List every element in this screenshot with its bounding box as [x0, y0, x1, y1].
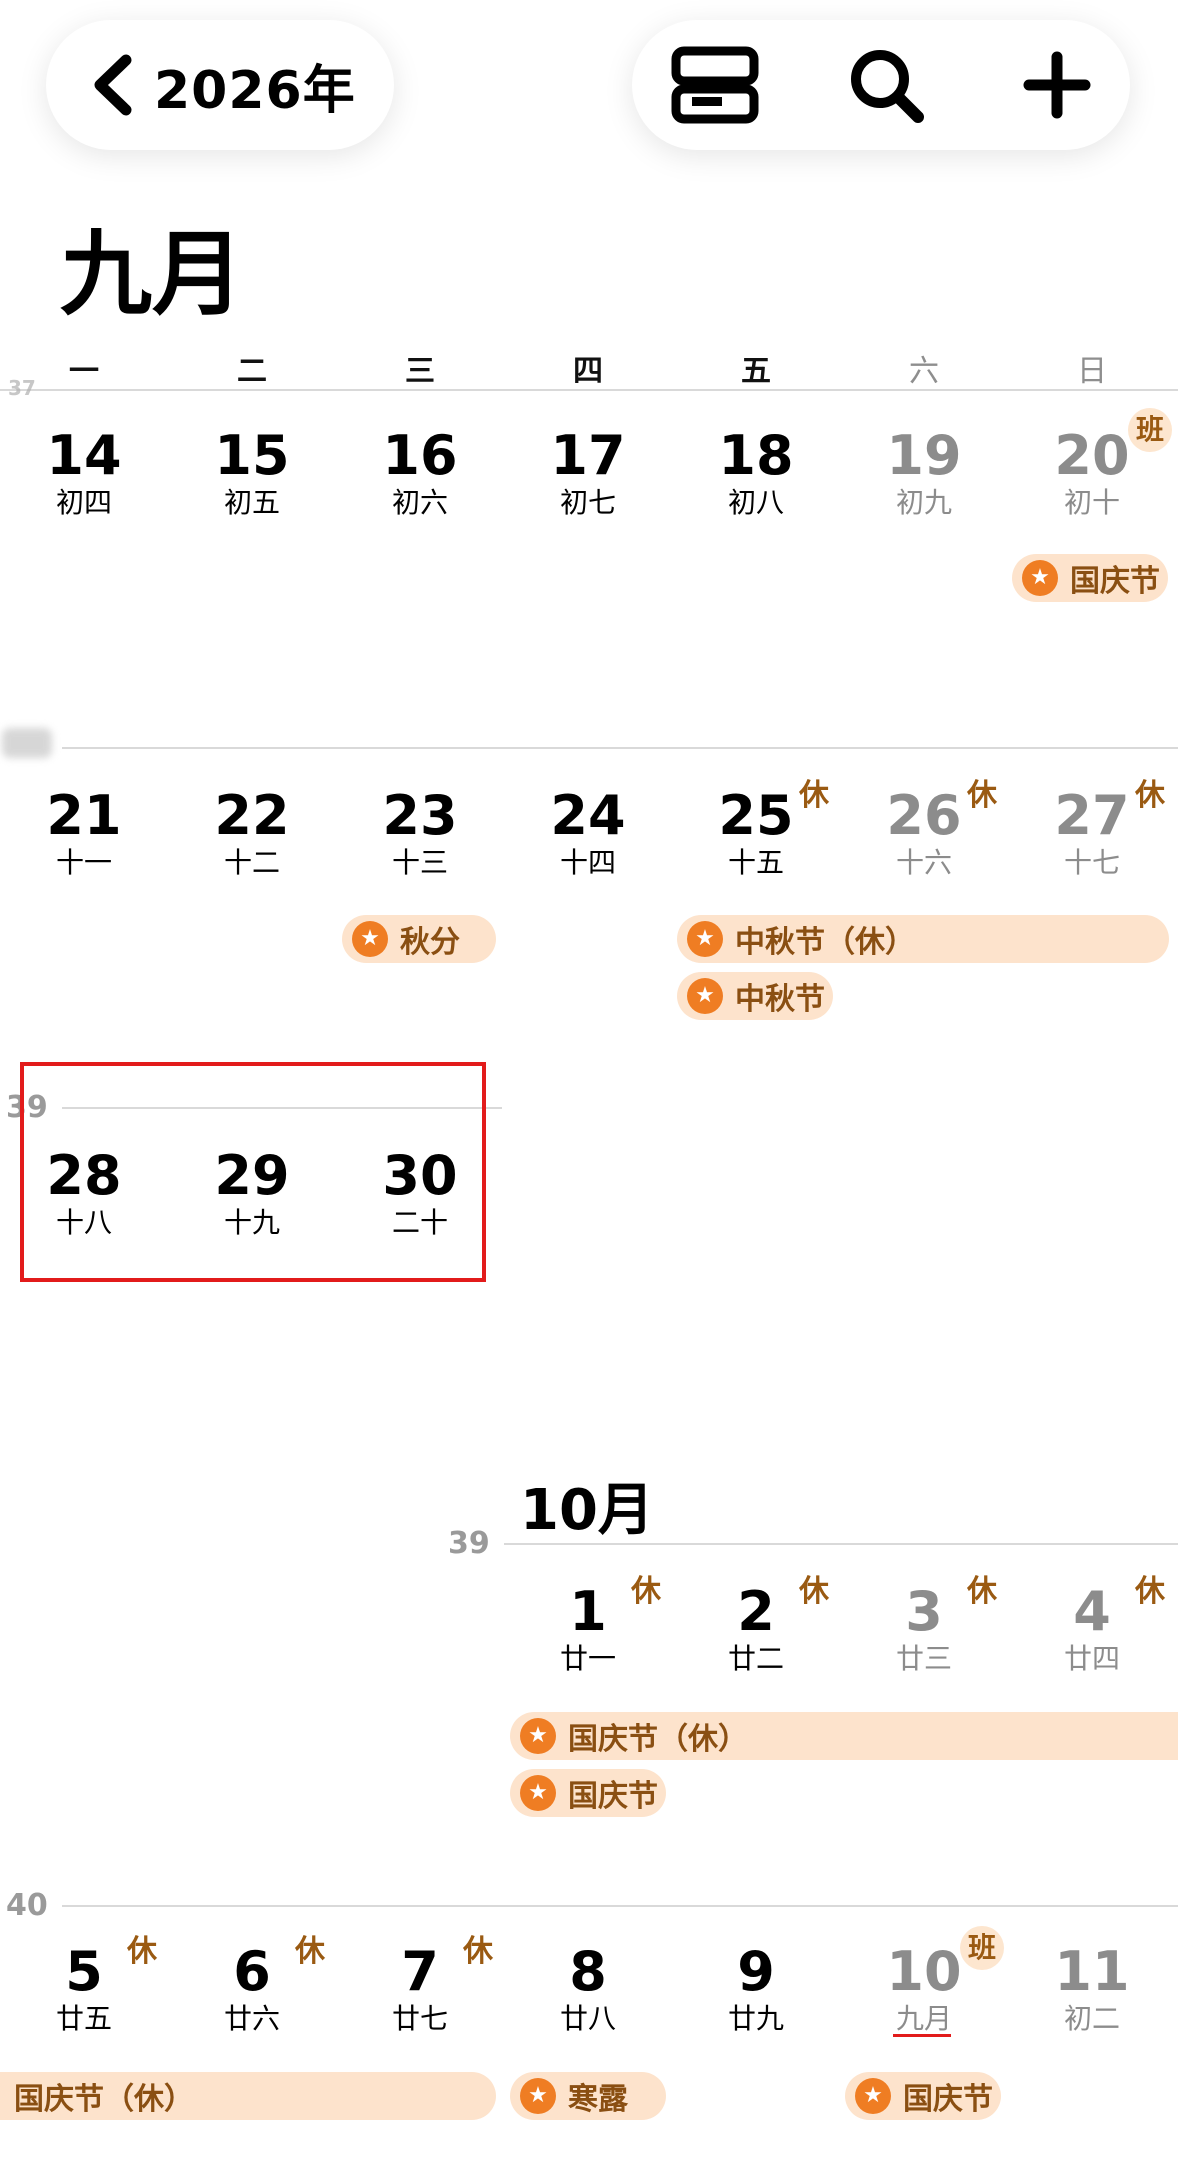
event-national-day[interactable]: ★ 国庆节 [510, 1769, 666, 1817]
star-icon: ★ [687, 921, 723, 957]
star-icon: ★ [520, 1775, 556, 1811]
day-cell[interactable]: 23 十三 [336, 786, 504, 880]
day-cell[interactable]: 18 初八 [672, 426, 840, 520]
rest-day-badge: 休 [1135, 778, 1165, 813]
event-mid-autumn-rest[interactable]: ★ 中秋节（休） [677, 915, 1169, 963]
weekday-fri: 五 [741, 354, 771, 389]
day-cell[interactable]: 16 初六 [336, 426, 504, 520]
rest-day-badge: 休 [631, 1574, 661, 1609]
rest-day-badge: 休 [127, 1934, 157, 1969]
rest-day-badge: 休 [799, 778, 829, 813]
month-title: 九月 [60, 221, 245, 328]
day-cell[interactable]: 14 初四 [0, 426, 168, 520]
weekday-sat: 六 [909, 354, 939, 389]
star-icon: ★ [1022, 560, 1058, 596]
star-icon: ★ [855, 2078, 891, 2114]
week-divider [504, 1543, 1178, 1545]
event-national-day-rest[interactable]: ★ 国庆节（休） [510, 1712, 1178, 1760]
week-divider [62, 1905, 1178, 1907]
event-national-day-rest[interactable]: 国庆节（休） [0, 2072, 496, 2120]
day-cell[interactable]: 17 初七 [504, 426, 672, 520]
day-cell[interactable]: 21 十一 [0, 786, 168, 880]
search-button[interactable] [842, 45, 932, 125]
add-event-button[interactable] [1012, 45, 1102, 125]
plus-icon [1023, 51, 1091, 119]
day-cell[interactable]: 11 初二 [1008, 1942, 1176, 2036]
weekday-wed: 三 [405, 354, 435, 389]
week-divider [62, 747, 1178, 749]
list-view-icon [671, 46, 759, 124]
star-icon: ★ [352, 921, 388, 957]
rest-day-badge: 休 [799, 1574, 829, 1609]
day-cell[interactable]: 9 廿九 [672, 1942, 840, 2036]
back-to-year-button[interactable]: 2026年 [46, 20, 394, 150]
rest-day-badge: 休 [295, 1934, 325, 1969]
event-mid-autumn[interactable]: ★ 中秋节 [677, 972, 833, 1020]
weekday-sun: 日 [1077, 354, 1107, 389]
workday-badge: 班 [1128, 408, 1172, 452]
event-national-day[interactable]: ★ 国庆节 [1012, 554, 1168, 602]
year-label: 2026年 [154, 60, 356, 121]
event-cold-dew[interactable]: ★ 寒露 [510, 2072, 666, 2120]
day-cell[interactable]: 15 初五 [168, 426, 336, 520]
blurred-week-number [2, 728, 52, 758]
header-divider [0, 389, 1178, 391]
toolbar [632, 20, 1130, 150]
event-national-day[interactable]: ★ 国庆节 [845, 2072, 1001, 2120]
today-underline [893, 2034, 951, 2037]
rest-day-badge: 休 [1135, 1574, 1165, 1609]
star-icon: ★ [520, 2078, 556, 2114]
weekday-tue: 二 [237, 354, 267, 389]
chevron-left-icon [94, 54, 132, 116]
star-icon: ★ [687, 978, 723, 1014]
rest-day-badge: 休 [463, 1934, 493, 1969]
day-cell[interactable]: 8 廿八 [504, 1942, 672, 2036]
day-cell[interactable]: 22 十二 [168, 786, 336, 880]
week-number: 40 [6, 1888, 48, 1923]
day-cell[interactable]: 24 十四 [504, 786, 672, 880]
workday-badge: 班 [960, 1926, 1004, 1970]
selection-highlight-box [20, 1062, 486, 1282]
view-mode-button[interactable] [670, 45, 760, 125]
weekday-thu: 四 [573, 354, 603, 389]
week-number: 39 [448, 1526, 490, 1561]
star-icon: ★ [520, 1718, 556, 1754]
rest-day-badge: 休 [967, 778, 997, 813]
day-cell[interactable]: 19 初九 [840, 426, 1008, 520]
month-title-october: 10月 [520, 1478, 654, 1543]
rest-day-badge: 休 [967, 1574, 997, 1609]
event-autumn-equinox[interactable]: ★ 秋分 [342, 915, 496, 963]
week-number-partial: 37 [8, 376, 36, 400]
search-icon [851, 50, 924, 123]
